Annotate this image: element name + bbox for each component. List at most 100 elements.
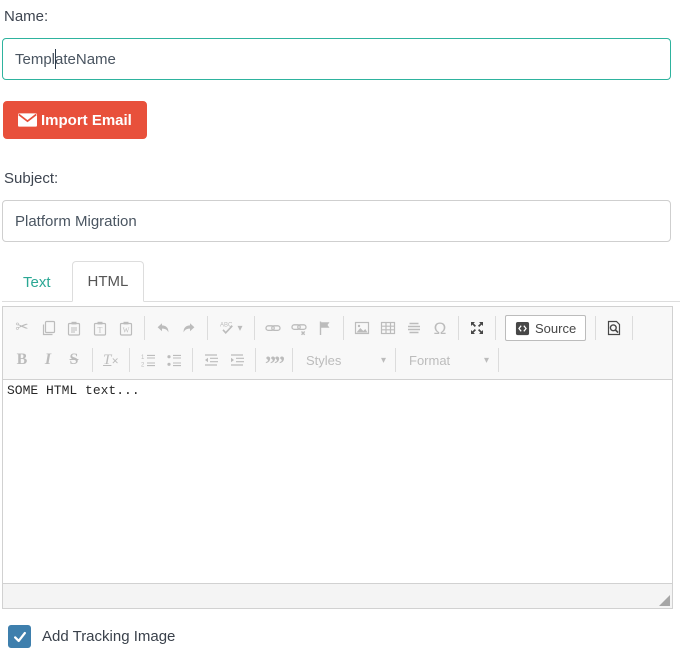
- source-code-textarea[interactable]: SOME HTML text...: [3, 380, 672, 583]
- image-icon: [354, 320, 370, 336]
- toolbar-separator: [129, 348, 130, 372]
- table-button[interactable]: [375, 316, 401, 340]
- scissors-icon: ✂: [15, 320, 28, 336]
- numbered-list-button[interactable]: 12: [135, 348, 161, 372]
- decrease-indent-button[interactable]: [198, 348, 224, 372]
- link-button[interactable]: [260, 316, 286, 340]
- bold-icon: B: [17, 351, 28, 369]
- chevron-down-icon: ▾: [381, 355, 386, 366]
- spell-check-button[interactable]: ABC ▾: [213, 316, 249, 340]
- add-tracking-checkbox[interactable]: [8, 625, 31, 648]
- resize-handle-icon[interactable]: [659, 595, 670, 606]
- toolbar-separator: [632, 316, 633, 340]
- horizontal-line-icon: [406, 320, 422, 336]
- bulleted-list-button[interactable]: [161, 348, 187, 372]
- tracking-option-row: Add Tracking Image: [8, 625, 680, 648]
- strikethrough-button[interactable]: S: [61, 348, 87, 372]
- maximize-icon: [469, 320, 485, 336]
- increase-indent-icon: [229, 352, 245, 368]
- horizontal-line-button[interactable]: [401, 316, 427, 340]
- table-icon: [380, 320, 396, 336]
- toolbar-separator: [92, 348, 93, 372]
- toolbar-separator: [192, 348, 193, 372]
- styles-dropdown-label: Styles: [306, 353, 341, 368]
- subject-input-wrap: [2, 200, 680, 242]
- preview-button[interactable]: [601, 316, 627, 340]
- paste-word-icon: W: [118, 320, 134, 336]
- cut-button[interactable]: ✂: [9, 316, 35, 340]
- redo-button[interactable]: [176, 316, 202, 340]
- remove-format-icon: T✕: [103, 352, 119, 369]
- tab-html[interactable]: HTML: [72, 261, 145, 302]
- editor-tabs: Text HTML: [2, 258, 680, 302]
- styles-dropdown[interactable]: Styles ▾: [298, 353, 390, 368]
- toolbar-row-2: B I S T✕ 12 ””: [9, 344, 666, 376]
- maximize-button[interactable]: [464, 316, 490, 340]
- import-email-button[interactable]: Import Email: [3, 101, 147, 139]
- checkmark-icon: [13, 630, 27, 644]
- bold-button[interactable]: B: [9, 348, 35, 372]
- toolbar-separator: [144, 316, 145, 340]
- italic-button[interactable]: I: [35, 348, 61, 372]
- toolbar-separator: [595, 316, 596, 340]
- paste-plain-text-button[interactable]: T: [87, 316, 113, 340]
- increase-indent-button[interactable]: [224, 348, 250, 372]
- anchor-flag-button[interactable]: [312, 316, 338, 340]
- name-label: Name:: [4, 8, 680, 26]
- source-button[interactable]: Source: [505, 315, 586, 341]
- strikethrough-icon: S: [70, 351, 79, 369]
- undo-icon: [155, 320, 171, 336]
- copy-icon: [40, 320, 56, 336]
- omega-icon: Ω: [434, 320, 447, 337]
- subject-input[interactable]: [2, 200, 671, 242]
- svg-text:T: T: [98, 326, 103, 335]
- name-input-wrap: [2, 38, 680, 80]
- paste-from-word-button[interactable]: W: [113, 316, 139, 340]
- undo-button[interactable]: [150, 316, 176, 340]
- email-template-form: Name: Import Email Subject: Text HTML ✂: [0, 0, 682, 648]
- toolbar-separator: [255, 348, 256, 372]
- add-tracking-label: Add Tracking Image: [42, 628, 175, 645]
- italic-icon: I: [45, 351, 51, 369]
- image-button[interactable]: [349, 316, 375, 340]
- html-editor: ✂ T W: [2, 306, 673, 609]
- svg-text:W: W: [123, 326, 130, 334]
- toolbar-separator: [498, 348, 499, 372]
- blockquote-button[interactable]: ””: [261, 348, 287, 372]
- remove-format-button[interactable]: T✕: [98, 348, 124, 372]
- toolbar-separator: [254, 316, 255, 340]
- blockquote-icon: ””: [265, 351, 283, 369]
- chevron-down-icon: ▾: [484, 355, 489, 366]
- subject-label: Subject:: [4, 170, 680, 188]
- toolbar-separator: [343, 316, 344, 340]
- editor-toolbar: ✂ T W: [3, 307, 672, 380]
- paste-button[interactable]: [61, 316, 87, 340]
- editor-status-bar: [3, 583, 672, 608]
- source-button-label: Source: [535, 321, 576, 336]
- unlink-icon: [291, 320, 307, 336]
- format-dropdown[interactable]: Format ▾: [401, 353, 493, 368]
- svg-text:1: 1: [141, 355, 145, 361]
- toolbar-separator: [292, 348, 293, 372]
- toolbar-separator: [458, 316, 459, 340]
- toolbar-separator: [207, 316, 208, 340]
- unlink-button[interactable]: [286, 316, 312, 340]
- toolbar-separator: [495, 316, 496, 340]
- redo-icon: [181, 320, 197, 336]
- source-icon: [515, 321, 530, 336]
- preview-icon: [606, 320, 622, 336]
- format-dropdown-label: Format: [409, 353, 450, 368]
- tab-text[interactable]: Text: [8, 263, 66, 302]
- spell-check-icon: ABC: [219, 320, 235, 336]
- numbered-list-icon: 12: [140, 352, 156, 368]
- special-character-button[interactable]: Ω: [427, 316, 453, 340]
- decrease-indent-icon: [203, 352, 219, 368]
- chevron-down-icon: ▾: [237, 323, 242, 334]
- copy-button[interactable]: [35, 316, 61, 340]
- envelope-icon: [18, 113, 37, 127]
- paste-text-icon: T: [92, 320, 108, 336]
- paste-icon: [66, 320, 82, 336]
- flag-icon: [317, 320, 333, 336]
- name-input[interactable]: [2, 38, 671, 80]
- bulleted-list-icon: [166, 352, 182, 368]
